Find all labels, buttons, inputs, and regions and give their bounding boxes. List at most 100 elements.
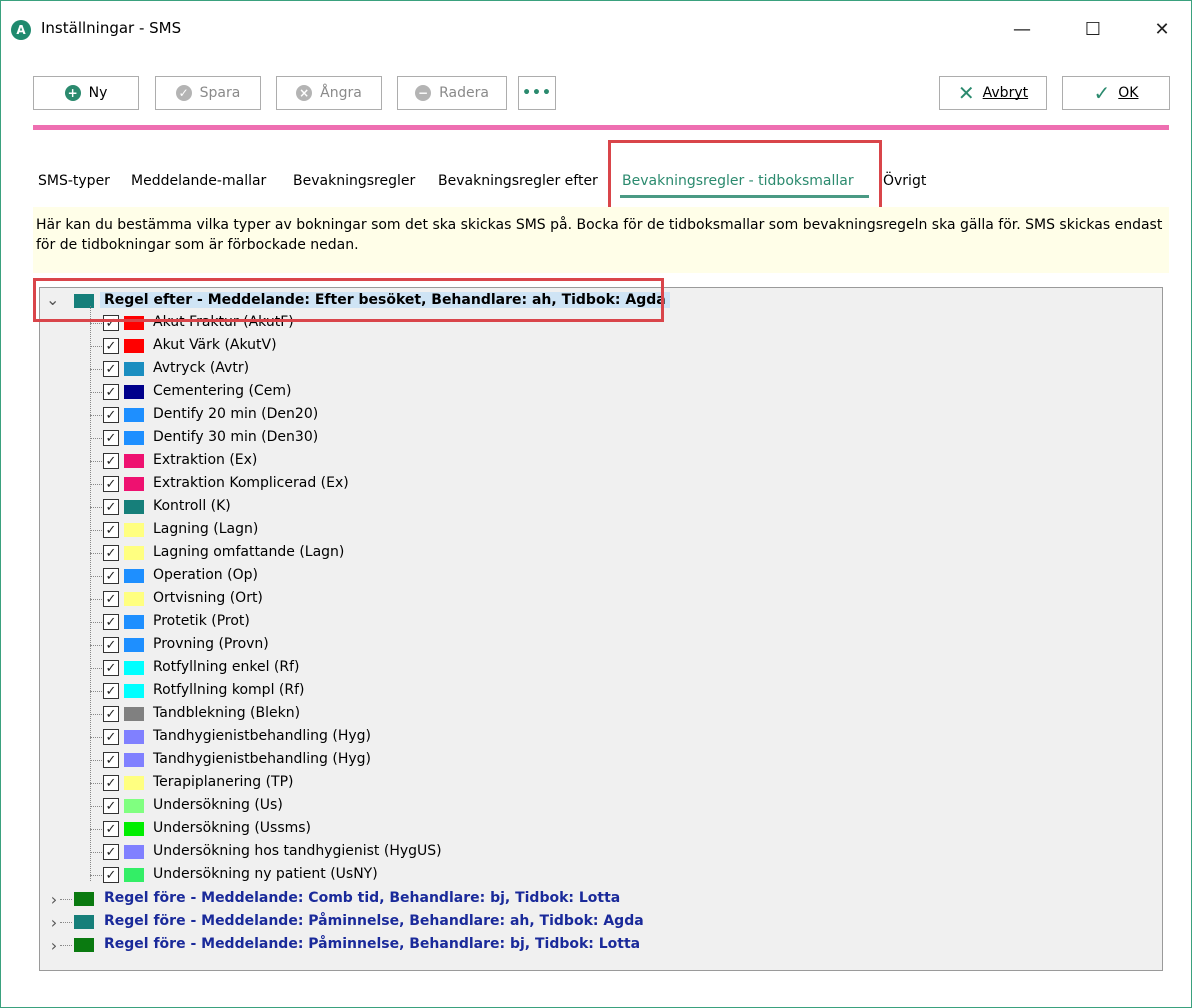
tree-node-template[interactable]: ✓ Kontroll (K) <box>40 496 540 518</box>
tree-node-template[interactable]: ✓ Rotfyllning enkel (Rf) <box>40 657 540 679</box>
tree-node-rule[interactable]: › Regel före - Meddelande: Påminnelse, Be… <box>40 911 740 933</box>
template-checkbox[interactable]: ✓ <box>103 568 119 584</box>
undo-button[interactable]: × Ångra <box>276 76 382 110</box>
template-checkbox[interactable]: ✓ <box>103 338 119 354</box>
save-button-label: Spara <box>199 85 241 101</box>
template-checkbox[interactable]: ✓ <box>103 430 119 446</box>
ok-button-label: OK <box>1118 85 1139 101</box>
tab-sms-types[interactable]: SMS-typer <box>38 173 110 189</box>
template-label: Undersökning (Us) <box>153 797 283 813</box>
cancel-button[interactable]: ✕ Avbryt <box>939 76 1047 110</box>
chevron-right-icon[interactable]: › <box>48 890 60 909</box>
template-checkbox[interactable]: ✓ <box>103 361 119 377</box>
check-circle-icon: ✓ <box>175 85 192 101</box>
tree-guide-branch <box>90 323 102 324</box>
rules-tree[interactable]: ⌄ Regel efter - Meddelande: Efter besöket… <box>39 287 1163 971</box>
template-checkbox[interactable]: ✓ <box>103 522 119 538</box>
tree-node-template[interactable]: ✓ Cementering (Cem) <box>40 381 540 403</box>
tree-node-template[interactable]: ✓ Undersökning (Ussms) <box>40 818 540 840</box>
chevron-right-icon[interactable]: › <box>48 913 60 932</box>
tree-node-template[interactable]: ✓ Undersökning hos tandhygienist (HygUS) <box>40 841 540 863</box>
tree-node-template[interactable]: ✓ Lagning (Lagn) <box>40 519 540 541</box>
tree-node-template[interactable]: ✓ Protetik (Prot) <box>40 611 540 633</box>
minimize-button[interactable]: — <box>999 15 1045 45</box>
template-checkbox[interactable]: ✓ <box>103 499 119 515</box>
template-checkbox[interactable]: ✓ <box>103 384 119 400</box>
tree-node-template[interactable]: ✓ Extraktion Komplicerad (Ex) <box>40 473 540 495</box>
tree-node-template[interactable]: ✓ Akut Värk (AkutV) <box>40 335 540 357</box>
template-checkbox[interactable]: ✓ <box>103 591 119 607</box>
tree-node-template[interactable]: ✓ Dentify 30 min (Den30) <box>40 427 540 449</box>
template-checkbox[interactable]: ✓ <box>103 821 119 837</box>
template-checkbox[interactable]: ✓ <box>103 683 119 699</box>
tab-message-templates[interactable]: Meddelande-mallar <box>131 173 266 189</box>
title-bar[interactable]: A Inställningar - SMS — ☐ ✕ <box>1 1 1191 59</box>
tree-node-template[interactable]: ✓ Undersökning ny patient (UsNY) <box>40 864 540 886</box>
template-color-swatch <box>124 776 144 790</box>
more-options-button[interactable]: ••• <box>518 76 556 110</box>
template-checkbox[interactable]: ✓ <box>103 775 119 791</box>
template-checkbox[interactable]: ✓ <box>103 476 119 492</box>
template-checkbox[interactable]: ✓ <box>103 706 119 722</box>
template-checkbox[interactable]: ✓ <box>103 660 119 676</box>
template-checkbox[interactable]: ✓ <box>103 729 119 745</box>
cross-icon: ✕ <box>957 81 975 105</box>
tree-node-rule-label: Regel före - Meddelande: Påminnelse, Beh… <box>104 936 641 952</box>
tree-guide-branch <box>90 668 102 669</box>
tab-watch-rules[interactable]: Bevakningsregler <box>293 173 415 189</box>
template-checkbox[interactable]: ✓ <box>103 798 119 814</box>
template-checkbox[interactable]: ✓ <box>103 844 119 860</box>
close-button[interactable]: ✕ <box>1139 15 1185 45</box>
tree-node-template[interactable]: ✓ Tandhygienistbehandling (Hyg) <box>40 726 540 748</box>
new-button[interactable]: + Ny <box>33 76 139 110</box>
tab-watch-rules-after[interactable]: Bevakningsregler efter <box>438 173 598 189</box>
template-color-swatch <box>124 569 144 583</box>
maximize-button[interactable]: ☐ <box>1070 15 1116 45</box>
chevron-right-icon[interactable]: › <box>48 936 60 955</box>
tree-node-template[interactable]: ✓ Undersökning (Us) <box>40 795 540 817</box>
highlight-box-rule <box>33 278 664 322</box>
tree-node-template[interactable]: ✓ Provning (Provn) <box>40 634 540 656</box>
settings-window: A Inställningar - SMS — ☐ ✕ + Ny ✓ Spara… <box>0 0 1192 1008</box>
tree-guide-branch <box>90 576 102 577</box>
tree-guide-branch <box>90 438 102 439</box>
tree-node-rule[interactable]: › Regel före - Meddelande: Comb tid, Beha… <box>40 888 740 910</box>
template-label: Operation (Op) <box>153 567 258 583</box>
tab-other[interactable]: Övrigt <box>883 173 926 189</box>
template-color-swatch <box>124 500 144 514</box>
tree-node-template[interactable]: ✓ Rotfyllning kompl (Rf) <box>40 680 540 702</box>
tree-guide-branch <box>90 484 102 485</box>
delete-button[interactable]: − Radera <box>397 76 507 110</box>
tree-node-template[interactable]: ✓ Extraktion (Ex) <box>40 450 540 472</box>
tree-node-template[interactable]: ✓ Tandblekning (Blekn) <box>40 703 540 725</box>
template-label: Dentify 30 min (Den30) <box>153 429 319 445</box>
template-checkbox[interactable]: ✓ <box>103 614 119 630</box>
template-checkbox[interactable]: ✓ <box>103 867 119 883</box>
template-checkbox[interactable]: ✓ <box>103 752 119 768</box>
template-color-swatch <box>124 339 144 353</box>
tree-node-template[interactable]: ✓ Terapiplanering (TP) <box>40 772 540 794</box>
tree-node-template[interactable]: ✓ Tandhygienistbehandling (Hyg) <box>40 749 540 771</box>
tree-guide-branch <box>60 922 72 923</box>
tree-node-template[interactable]: ✓ Lagning omfattande (Lagn) <box>40 542 540 564</box>
template-label: Rotfyllning enkel (Rf) <box>153 659 300 675</box>
tree-guide-branch <box>90 691 102 692</box>
tree-node-template[interactable]: ✓ Avtryck (Avtr) <box>40 358 540 380</box>
tree-node-template[interactable]: ✓ Ortvisning (Ort) <box>40 588 540 610</box>
template-checkbox[interactable]: ✓ <box>103 637 119 653</box>
template-checkbox[interactable]: ✓ <box>103 407 119 423</box>
template-checkbox[interactable]: ✓ <box>103 453 119 469</box>
highlight-box-tab <box>608 140 882 216</box>
tree-node-template[interactable]: ✓ Operation (Op) <box>40 565 540 587</box>
template-color-swatch <box>124 730 144 744</box>
tree-node-template[interactable]: ✓ Dentify 20 min (Den20) <box>40 404 540 426</box>
ok-button[interactable]: ✓ OK <box>1062 76 1170 110</box>
template-label: Dentify 20 min (Den20) <box>153 406 319 422</box>
tree-guide-branch <box>90 415 102 416</box>
save-button[interactable]: ✓ Spara <box>155 76 261 110</box>
rule-color-swatch <box>74 915 94 929</box>
tree-guide-branch <box>90 346 102 347</box>
tree-node-rule[interactable]: › Regel före - Meddelande: Påminnelse, Be… <box>40 934 740 956</box>
window-title: Inställningar - SMS <box>41 19 182 37</box>
template-checkbox[interactable]: ✓ <box>103 545 119 561</box>
